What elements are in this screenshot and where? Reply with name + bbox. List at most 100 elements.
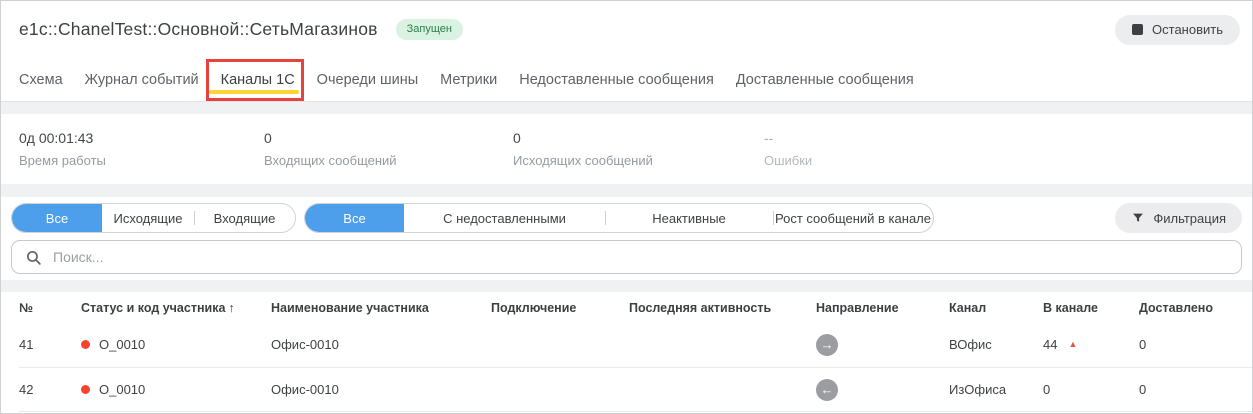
row-number: 41 — [19, 337, 34, 352]
in-channel-count: 0 — [1043, 382, 1051, 397]
segment-label: С недоставленными — [443, 210, 566, 226]
direction-filter: Все Исходящие Входящие — [11, 203, 296, 233]
in-channel-count: 44 — [1043, 337, 1058, 352]
status-badge: Запущен — [395, 18, 463, 41]
stat-value: 0д 00:01:43 — [19, 130, 94, 146]
channel-name: ИзОфиса — [949, 382, 1007, 397]
tab-label: Недоставленные сообщения — [519, 71, 714, 88]
status-and-code-cell: О_0010 — [81, 337, 271, 352]
stat-value: 0 — [513, 130, 521, 146]
channel-name: ВОфис — [949, 337, 992, 352]
stat-outgoing-messages: 0 Исходящих сообщений — [513, 130, 764, 184]
participant-name: Офис-0010 — [271, 337, 339, 352]
tab-label: Метрики — [440, 71, 498, 88]
tab-label: Доставленные сообщения — [735, 71, 914, 88]
stat-incoming-messages: 0 Входящих сообщений — [264, 130, 513, 184]
column-header-label: Статус и код участника — [81, 301, 226, 315]
search-input[interactable] — [53, 249, 1228, 265]
page-title: e1c::ChanelTest::Основной::СетьМагазинов — [19, 19, 378, 39]
segment-label: Исходящие — [113, 210, 183, 226]
trend-up-icon: ▲ — [1068, 339, 1078, 349]
stop-button[interactable]: Остановить — [1115, 14, 1240, 45]
direction-incoming-icon: ← — [816, 378, 838, 401]
stat-label: Время работы — [19, 153, 106, 168]
participant-code: О_0010 — [99, 382, 146, 397]
tab-label: Журнал событий — [84, 71, 199, 88]
segment-label: Рост сообщений в канале — [775, 210, 931, 226]
stats-row: 0д 00:01:43 Время работы 0 Входящих сооб… — [1, 114, 1252, 184]
filters-section: Все Исходящие Входящие Все С недоставлен… — [1, 197, 1252, 280]
sort-ascending-icon: ↑ — [228, 301, 235, 315]
delivered-count: 0 — [1139, 382, 1147, 397]
stat-value: 0 — [264, 130, 272, 146]
segment-label: Входящие — [213, 210, 276, 226]
tab-bar: Схема Журнал событий Каналы 1С Очереди ш… — [1, 58, 1252, 102]
direction-filter-outgoing[interactable]: Исходящие — [102, 204, 194, 232]
filtration-button-label: Фильтрация — [1153, 210, 1226, 226]
column-header-connection[interactable]: Подключение — [491, 301, 629, 315]
tab-delivered-messages[interactable]: Доставленные сообщения — [736, 58, 914, 101]
stat-label: Ошибки — [764, 153, 813, 168]
section-divider — [1, 102, 1252, 114]
status-filter: Все С недоставленными Неактивные Рост со… — [304, 203, 934, 233]
column-header-last-activity[interactable]: Последняя активность — [629, 301, 816, 315]
table-row[interactable]: 41 О_0010 Офис-0010 → ВОфис 44 ▲ 0 — [19, 322, 1252, 367]
direction-filter-all[interactable]: Все — [12, 204, 102, 232]
section-divider — [1, 184, 1252, 197]
tab-bus-queues[interactable]: Очереди шины — [317, 58, 418, 101]
delivered-count: 0 — [1139, 337, 1147, 352]
section-divider — [1, 280, 1252, 292]
filtration-button[interactable]: Фильтрация — [1115, 203, 1242, 233]
tab-undelivered-messages[interactable]: Недоставленные сообщения — [519, 58, 714, 101]
direction-cell: → — [816, 333, 949, 356]
segment-label: Все — [45, 210, 69, 226]
stop-button-label: Остановить — [1152, 22, 1223, 37]
funnel-icon — [1133, 213, 1144, 222]
tab-schema[interactable]: Схема — [19, 58, 63, 101]
tab-event-log[interactable]: Журнал событий — [85, 58, 199, 101]
active-tab-underline — [208, 90, 299, 94]
column-header-delivered[interactable]: Доставлено — [1139, 301, 1252, 315]
participant-name: Офис-0010 — [271, 382, 339, 397]
stat-uptime: 0д 00:01:43 Время работы — [19, 130, 264, 184]
tab-metrics[interactable]: Метрики — [440, 58, 497, 101]
column-header-direction[interactable]: Направление — [816, 301, 949, 315]
in-channel-cell: 44 ▲ — [1043, 337, 1139, 352]
stat-errors: -- Ошибки — [764, 130, 1252, 184]
direction-filter-incoming[interactable]: Входящие — [194, 204, 295, 232]
search-box — [11, 240, 1242, 274]
in-channel-cell: 0 — [1043, 382, 1139, 397]
column-header-in-channel[interactable]: В канале — [1043, 301, 1139, 315]
column-header-channel[interactable]: Канал — [949, 301, 1043, 315]
status-filter-inactive[interactable]: Неактивные — [605, 204, 773, 232]
segment-divider — [605, 211, 606, 225]
direction-outgoing-icon: → — [816, 333, 838, 356]
column-header-status-code[interactable]: Статус и код участника ↑ — [81, 301, 271, 315]
status-filter-channel-growth[interactable]: Рост сообщений в канале — [773, 204, 933, 232]
column-header-participant-name[interactable]: Наименование участника — [271, 301, 491, 315]
column-header-number[interactable]: № — [19, 301, 81, 315]
arrow-left-glyph: ← — [820, 382, 834, 397]
status-filter-all[interactable]: Все — [305, 204, 404, 232]
direction-cell: ← — [816, 378, 949, 401]
channels-table: № Статус и код участника ↑ Наименование у… — [1, 292, 1252, 412]
table-row[interactable]: 42 О_0010 Офис-0010 ← ИзОфиса 0 0 — [19, 367, 1252, 412]
stat-label: Входящих сообщений — [264, 153, 397, 168]
participant-code: О_0010 — [99, 337, 146, 352]
stop-square-icon — [1132, 24, 1144, 35]
segment-divider — [773, 211, 774, 225]
tab-label: Каналы 1С — [220, 71, 295, 88]
status-filter-with-undelivered[interactable]: С недоставленными — [404, 204, 605, 232]
table-header-row: № Статус и код участника ↑ Наименование у… — [19, 294, 1252, 322]
search-icon — [26, 250, 41, 265]
tab-label: Очереди шины — [316, 71, 419, 88]
stat-label: Исходящих сообщений — [513, 153, 653, 168]
status-and-code-cell: О_0010 — [81, 382, 271, 397]
segment-divider — [194, 211, 195, 225]
row-number: 42 — [19, 382, 34, 397]
header: e1c::ChanelTest::Основной::СетьМагазинов… — [1, 1, 1252, 58]
stat-value: -- — [764, 130, 774, 146]
tab-label: Схема — [19, 71, 63, 88]
arrow-right-glyph: → — [820, 337, 834, 352]
tab-channels-1c[interactable]: Каналы 1С — [205, 58, 304, 101]
